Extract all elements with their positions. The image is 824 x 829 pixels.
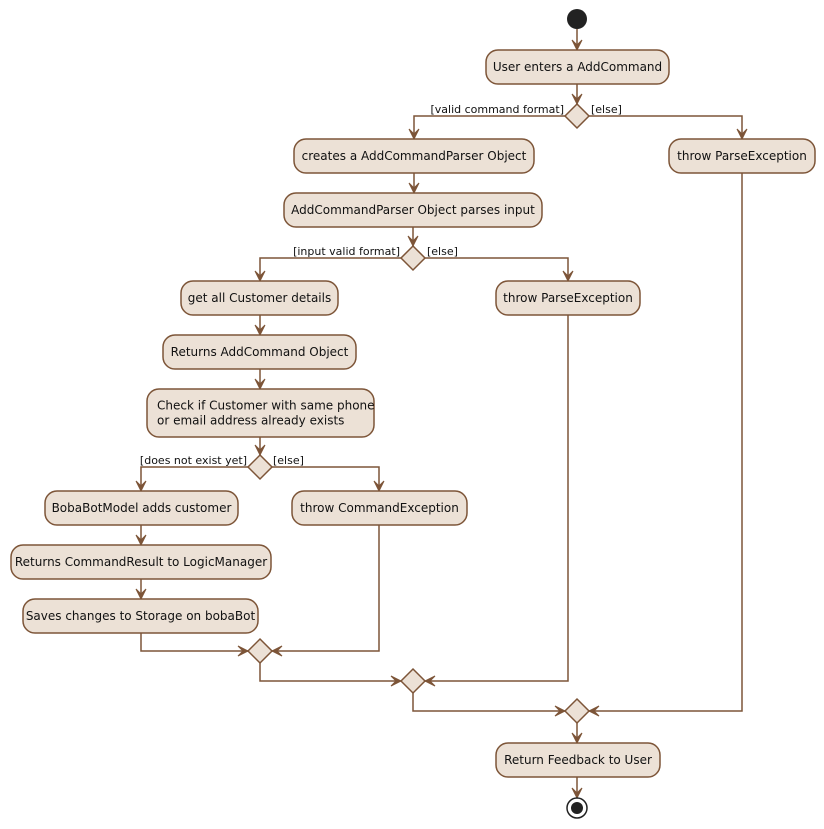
guard-label-dec3-no: [else] [273, 454, 304, 467]
activity-label: Returns AddCommand Object [171, 345, 349, 359]
edge [589, 173, 743, 712]
activity-label: get all Customer details [188, 291, 331, 305]
activity-user-enters: User enters a AddCommand [485, 49, 670, 85]
guard-label-dec2-no: [else] [427, 245, 458, 258]
activity-diagram: User enters a AddCommand creates a AddCom… [10, 9, 816, 819]
activity-label: Saves changes to Storage on bobaBot [26, 609, 256, 623]
activity-label: throw ParseException [503, 291, 633, 305]
activity-check-exists: Check if Customer with same phone or ema… [146, 388, 375, 438]
initial-node [567, 9, 587, 29]
decision-node-dec3 [246, 453, 274, 481]
activity-label: AddCommandParser Object parses input [291, 203, 535, 217]
activity-label: throw CommandException [300, 501, 459, 515]
activity-label: Check if Customer with same phone [157, 399, 375, 413]
guard-label-dec2-yes: [input valid format] [293, 245, 400, 258]
activity-parse-input: AddCommandParser Object parses input [283, 192, 543, 228]
edge-else-2 [425, 257, 569, 281]
edge-not-exist [140, 466, 248, 491]
activity-label: Returns CommandResult to LogicManager [15, 555, 267, 569]
edge [140, 633, 248, 652]
decision-node-dec2 [399, 244, 427, 272]
activity-throw-cmd: throw CommandException [291, 490, 468, 526]
activity-label: BobaBotModel adds customer [52, 501, 232, 515]
final-node [571, 802, 583, 814]
edge-else-1 [589, 115, 743, 139]
activity-label: throw ParseException [677, 149, 807, 163]
activity-throw-parse-2: throw ParseException [495, 280, 641, 316]
edge [259, 663, 401, 682]
guard-label-dec1-no: [else] [591, 103, 622, 116]
activity-return-feedback: Return Feedback to User [495, 742, 661, 778]
activity-saves-storage: Saves changes to Storage on bobaBot [22, 598, 259, 634]
activity-label: or email address already exists [157, 414, 344, 428]
activity-create-parser: creates a AddCommandParser Object [293, 138, 535, 174]
activity-returns-result: Returns CommandResult to LogicManager [10, 544, 272, 580]
guard-label-dec1-yes: [valid command format] [430, 103, 564, 116]
activity-model-adds: BobaBotModel adds customer [44, 490, 239, 526]
activity-label: User enters a AddCommand [493, 60, 662, 74]
merge-node-merge1 [563, 697, 591, 725]
decision-node-dec1 [563, 102, 591, 130]
edge-else-3 [272, 466, 380, 491]
edge-input-valid [259, 257, 401, 281]
activity-throw-parse-1: throw ParseException [668, 138, 816, 174]
merge-node-merge2 [399, 667, 427, 695]
edge [412, 693, 565, 712]
activity-label: Return Feedback to User [504, 753, 652, 767]
activity-get-details: get all Customer details [180, 280, 339, 316]
edge [272, 525, 380, 652]
activity-label: creates a AddCommandParser Object [302, 149, 527, 163]
merge-node-merge3 [246, 637, 274, 665]
guard-label-dec3-yes: [does not exist yet] [140, 454, 247, 467]
edge-valid-command [413, 115, 565, 139]
activity-returns-addcmd: Returns AddCommand Object [162, 334, 357, 370]
